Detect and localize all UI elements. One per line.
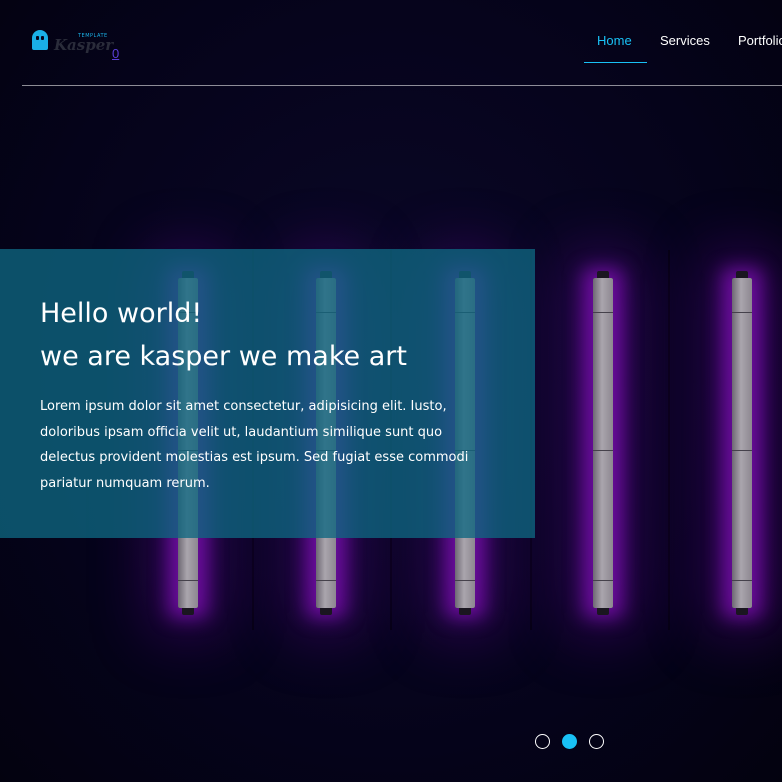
nav-link-home[interactable]: Home — [597, 33, 632, 48]
hero-section: Kasper TEMPLATE 0 Home Services Portfoli… — [0, 0, 782, 782]
nav-link-portfolio[interactable]: Portfolio — [738, 33, 782, 48]
slider-bullets — [535, 734, 615, 752]
hero-description: Lorem ipsum dolor sit amet consectetur, … — [40, 399, 469, 491]
logo-tagline: TEMPLATE — [78, 33, 108, 39]
hero-title: Hello world! — [40, 298, 203, 329]
neon-tube — [732, 271, 752, 615]
wall-divider — [668, 250, 670, 630]
slider-bullet-1[interactable] — [535, 734, 550, 749]
neon-tube — [593, 271, 613, 615]
site-header: Kasper TEMPLATE 0 Home Services Portfoli… — [22, 0, 782, 86]
slider-bullet-2[interactable] — [562, 734, 577, 749]
logo[interactable]: Kasper TEMPLATE — [32, 28, 122, 58]
hero-subtitle: we are kasper we make art — [40, 341, 407, 372]
nav-active-indicator — [584, 62, 647, 63]
ghost-icon — [32, 30, 48, 50]
cart-count-link[interactable]: 0 — [112, 46, 119, 61]
slider-bullet-3[interactable] — [589, 734, 604, 749]
nav-link-services[interactable]: Services — [660, 33, 710, 48]
